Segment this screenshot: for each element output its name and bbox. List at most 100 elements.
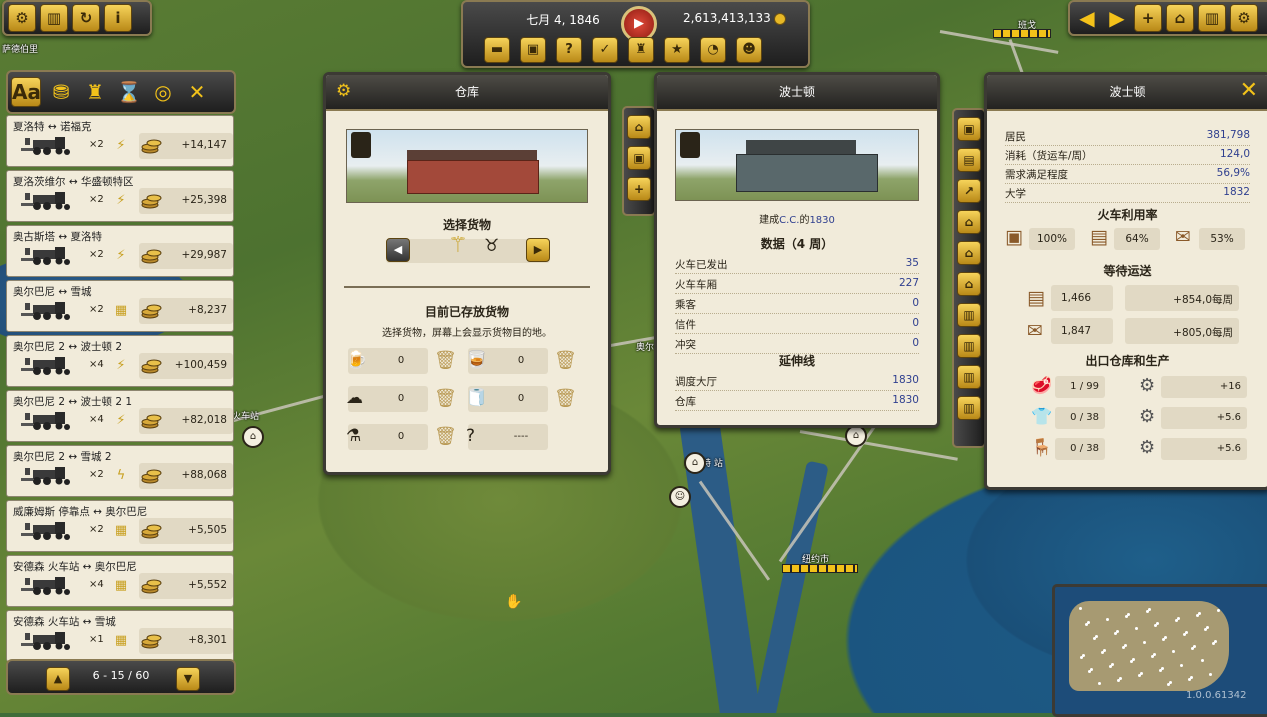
bottles-icon[interactable]: ★ [664, 37, 690, 63]
station-picture [675, 129, 919, 201]
stock-box: 1 / 99 [1055, 376, 1105, 398]
page-up-button[interactable]: ▲ [46, 667, 70, 691]
info-icon[interactable]: i [104, 4, 132, 32]
route-profit: +29,987 [139, 243, 233, 269]
close-icon[interactable]: ✕ [183, 78, 211, 106]
strip-crate-icon[interactable]: ▣ [957, 117, 981, 141]
hat-icon[interactable]: ♜ [628, 37, 654, 63]
build-factory-icon[interactable]: ▥ [1198, 4, 1226, 32]
route-status-icon: ▦ [114, 523, 128, 538]
trash-icon[interactable]: 🗑 [434, 425, 457, 449]
sort-money-tab[interactable]: ⛃ [47, 78, 75, 106]
goods-slot[interactable]: ? ---- [466, 424, 548, 450]
route-card[interactable]: 安德森 火车站 ↔ 雪城 ×1 ▦ +8,301 [6, 610, 234, 662]
goods-slot[interactable]: 🧻 0 [466, 386, 548, 412]
trains-icon[interactable]: ▬ [484, 37, 510, 63]
strip-bag-icon[interactable]: ▤ [957, 148, 981, 172]
map-tycoon-marker[interactable]: ☺ [669, 486, 691, 508]
map-station-marker[interactable]: ⌂ [242, 426, 264, 448]
trash-icon[interactable]: 🗑 [434, 349, 457, 373]
profit-value: +29,987 [181, 249, 227, 261]
route-card[interactable]: 奥古斯塔 ↔ 夏洛特 ×2 ⚡ +29,987 [6, 225, 234, 277]
stock-value: 0 / 38 [1070, 412, 1099, 423]
settings-gear-icon[interactable]: ⚙ [1230, 4, 1258, 32]
strip-chart-icon[interactable]: ↗ [957, 179, 981, 203]
page-down-button[interactable]: ▼ [176, 667, 200, 691]
minimap-city-dot [1191, 647, 1194, 650]
sort-time-tab[interactable]: ⌛ [115, 78, 143, 106]
arrow-right-icon[interactable]: ▶ [1104, 5, 1130, 31]
warehouse-gear-icon[interactable]: ⚙ [336, 81, 351, 101]
strip-factory-icon[interactable]: ▥ [957, 396, 981, 420]
strip-warehouse-icon[interactable]: ▣ [627, 146, 651, 170]
route-card[interactable]: 安德森 火车站 ↔ 奥尔巴尼 ×4 ▦ +5,552 [6, 555, 234, 607]
city-panel: 波士顿 ✕ 居民 381,798 消耗（货运车/周） 124,0 需求满足程度 56,9%… [984, 72, 1267, 490]
route-card[interactable]: 奥尔巴尼 2 ↔ 雪城 2 ×2 ϟ +88,068 [6, 445, 234, 497]
route-card[interactable]: 奥尔巴尼 2 ↔ 波士顿 2 1 ×4 ⚡ +82,018 [6, 390, 234, 442]
arrow-left-icon[interactable]: ◀ [1074, 5, 1100, 31]
strip-add-icon[interactable]: + [627, 177, 651, 201]
build-station-icon[interactable]: ⌂ [1166, 4, 1194, 32]
minimap-city-dot [1217, 609, 1220, 612]
strip-factory-icon[interactable]: ▥ [957, 334, 981, 358]
route-card[interactable]: 夏洛茨维尔 ↔ 华盛顿特区 ×2 ⚡ +25,398 [6, 170, 234, 222]
stations-icon[interactable]: ▣ [520, 37, 546, 63]
strip-station-icon[interactable]: ⌂ [627, 115, 651, 139]
city-info-row: 大学 1832 [1005, 184, 1250, 203]
waiting-count: 1,847 [1061, 325, 1092, 337]
sort-train-tab[interactable]: ♜ [81, 78, 109, 106]
contracts-icon[interactable]: ↻ [72, 4, 100, 32]
strip-factory-icon[interactable]: ▥ [957, 365, 981, 389]
goods-slot[interactable]: ⚗ 0 [346, 424, 428, 450]
sort-name-tab[interactable]: Aa [11, 77, 41, 107]
strip-building-icon[interactable]: ⌂ [957, 210, 981, 234]
settings-icon[interactable]: ⚙ [8, 4, 36, 32]
goods-amount: 0 [397, 355, 405, 366]
route-card[interactable]: 夏洛特 ↔ 诺福克 ×2 ⚡ +14,147 [6, 115, 234, 167]
train-count: ×2 [89, 304, 104, 315]
strip-building-icon[interactable]: ⌂ [957, 272, 981, 296]
utilization-cell: ▤ 64% [1090, 226, 1160, 252]
minimap-city-dot [1117, 679, 1120, 682]
waiting-title: 等待运送 [1103, 264, 1152, 278]
close-icon[interactable]: ✕ [1240, 78, 1258, 103]
map-station-marker[interactable]: ⌂ [845, 425, 867, 447]
route-card[interactable]: 奥尔巴尼 2 ↔ 波士顿 2 ×4 ⚡ +100,459 [6, 335, 234, 387]
build-track-icon[interactable]: + [1134, 4, 1162, 32]
goods-slot[interactable]: 🍺 0 [346, 348, 428, 374]
minimap-city-dot [1180, 664, 1183, 667]
goods-slot[interactable]: ☁ 0 [346, 386, 428, 412]
main-menu-icons: ▬ ▣? ✓ ♜ ★ ◔ ☻ [479, 36, 767, 64]
builder-name[interactable]: C.C. [779, 215, 799, 226]
minimap-city-dot [1212, 642, 1215, 645]
trash-icon[interactable]: 🗑 [434, 387, 457, 411]
speed-icon[interactable]: ◔ [700, 37, 726, 63]
factory-icon[interactable]: ▥ [40, 4, 68, 32]
strip-factory-icon[interactable]: ▥ [957, 303, 981, 327]
route-panel-tabs: Aa ⛃ ♜ ⌛ ◎ ✕ [6, 70, 236, 114]
coins-icon [141, 630, 163, 652]
trash-icon[interactable]: 🗑 [554, 387, 577, 411]
help-icon[interactable]: ? [556, 37, 582, 63]
sort-compass-tab[interactable]: ◎ [149, 78, 177, 106]
trash-icon[interactable]: 🗑 [554, 349, 577, 373]
utilization-value: 64% [1114, 228, 1160, 250]
top-status-bar: 七月 4, 1846 ▶ 2,613,413,133 ▬ ▣? ✓ ♜ ★ ◔ ☻ [461, 0, 810, 68]
map-station-marker[interactable]: ⌂ [684, 452, 706, 474]
extension-row[interactable]: 调度大厅 1830 [675, 372, 919, 391]
production-rate-box: +5.6 [1161, 407, 1247, 429]
route-card[interactable]: 威廉姆斯 停靠点 ↔ 奥尔巴尼 ×2 ▦ +5,505 [6, 500, 234, 552]
next-goods-button[interactable]: ▶ [526, 238, 550, 262]
prev-goods-button[interactable]: ◀ [386, 238, 410, 262]
minimap-city-dot [1196, 614, 1199, 617]
people-icon[interactable]: ☻ [736, 37, 762, 63]
warehouse-panel: 仓库 ⚙ 选择货物 ◀ ⚚ ♉ ▶ 目前已存放货物 选择货物，屏幕上会显示货物目… [323, 72, 611, 475]
coins-icon [141, 410, 163, 432]
extension-row[interactable]: 仓库 1830 [675, 392, 919, 411]
route-profit: +5,505 [139, 518, 233, 544]
strip-building-icon[interactable]: ⌂ [957, 241, 981, 265]
city-info-row: 需求满足程度 56,9% [1005, 165, 1250, 184]
route-card[interactable]: 奥尔巴尼 ↔ 雪城 ×2 ▦ +8,237 [6, 280, 234, 332]
checklist-icon[interactable]: ✓ [592, 37, 618, 63]
goods-slot[interactable]: 🥃 0 [466, 348, 548, 374]
